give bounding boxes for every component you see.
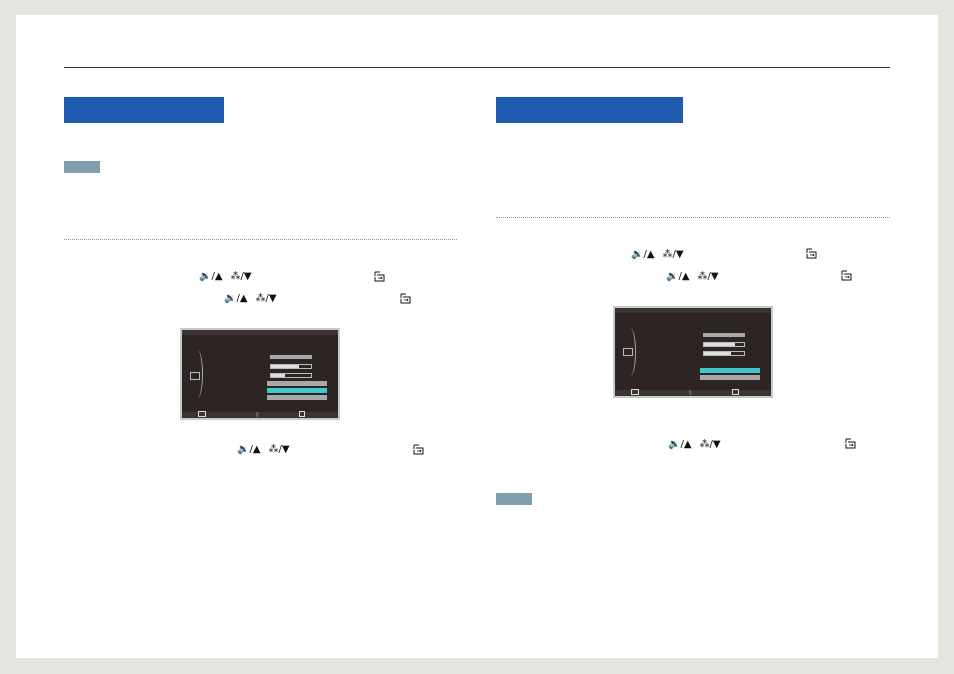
- volume-up-icon: 🔉/▲: [237, 444, 261, 455]
- osd-menu-screenshot-left: ◊: [180, 328, 340, 420]
- brightness-down-icon: ⁂/▼: [699, 439, 721, 450]
- osd-slider: [270, 373, 312, 378]
- right-note-tag: [496, 493, 532, 505]
- volume-up-icon: 🔉/▲: [199, 271, 223, 282]
- monitor-icon: [623, 348, 633, 356]
- right-dotted-divider: [496, 217, 890, 218]
- up-down-icon: ◊: [256, 412, 259, 418]
- osd-slider: [703, 342, 745, 347]
- source-enter-icon: [841, 270, 852, 281]
- header-rule: [64, 67, 890, 68]
- brightness-down-icon: ⁂/▼: [255, 293, 277, 304]
- osd-option-bar: [703, 333, 745, 337]
- enter-icon: [299, 411, 305, 417]
- monitor-icon: [190, 372, 200, 380]
- volume-up-icon: 🔉/▲: [224, 293, 248, 304]
- volume-up-icon: 🔉/▲: [666, 271, 690, 282]
- osd-option: [267, 395, 327, 400]
- left-dotted-divider: [64, 239, 457, 240]
- source-enter-icon: [374, 271, 385, 282]
- osd-option: [267, 381, 327, 386]
- right-section-heading-bar: [496, 97, 683, 123]
- volume-up-icon: 🔉/▲: [668, 439, 692, 450]
- volume-up-icon: 🔉/▲: [631, 249, 655, 260]
- brightness-down-icon: ⁂/▼: [697, 271, 719, 282]
- up-down-icon: ◊: [689, 390, 692, 396]
- left-step2-button-icons: 🔉/▲ ⁂/▼: [224, 293, 277, 305]
- osd-selected-option: [267, 388, 327, 393]
- osd-title-strip: [182, 330, 338, 335]
- source-enter-icon: [400, 293, 411, 304]
- source-icon: [732, 389, 739, 395]
- osd-slider: [703, 351, 745, 356]
- osd-option: [700, 375, 760, 380]
- left-section-heading-bar: [64, 97, 224, 123]
- osd-selected-option: [700, 368, 760, 373]
- brightness-down-icon: ⁂/▼: [662, 249, 684, 260]
- right-step3-button-icons: 🔉/▲ ⁂/▼: [668, 439, 721, 451]
- source-enter-icon: [413, 444, 424, 455]
- source-enter-icon: [806, 248, 817, 259]
- brightness-down-icon: ⁂/▼: [230, 271, 252, 282]
- left-step3-button-icons: 🔉/▲ ⁂/▼: [237, 444, 290, 456]
- right-step2-button-icons: 🔉/▲ ⁂/▼: [666, 271, 719, 283]
- osd-menu-screenshot-right: ◊: [613, 306, 773, 398]
- menu-icon: [198, 411, 206, 417]
- manual-page: 🔉/▲ ⁂/▼ 🔉/▲ ⁂/▼ ◊ 🔉/▲ ⁂/▼ 🔉/▲ ⁂/▼ 🔉/▲ ⁂/…: [16, 15, 938, 658]
- brightness-down-icon: ⁂/▼: [268, 444, 290, 455]
- menu-icon: [631, 389, 639, 395]
- osd-option-bar: [270, 355, 312, 359]
- source-enter-icon: [845, 438, 856, 449]
- left-step1-button-icons: 🔉/▲ ⁂/▼: [199, 271, 252, 283]
- osd-slider: [270, 364, 312, 369]
- left-note-tag: [64, 161, 100, 173]
- right-step1-button-icons: 🔉/▲ ⁂/▼: [631, 249, 684, 261]
- osd-title-strip: [615, 308, 771, 313]
